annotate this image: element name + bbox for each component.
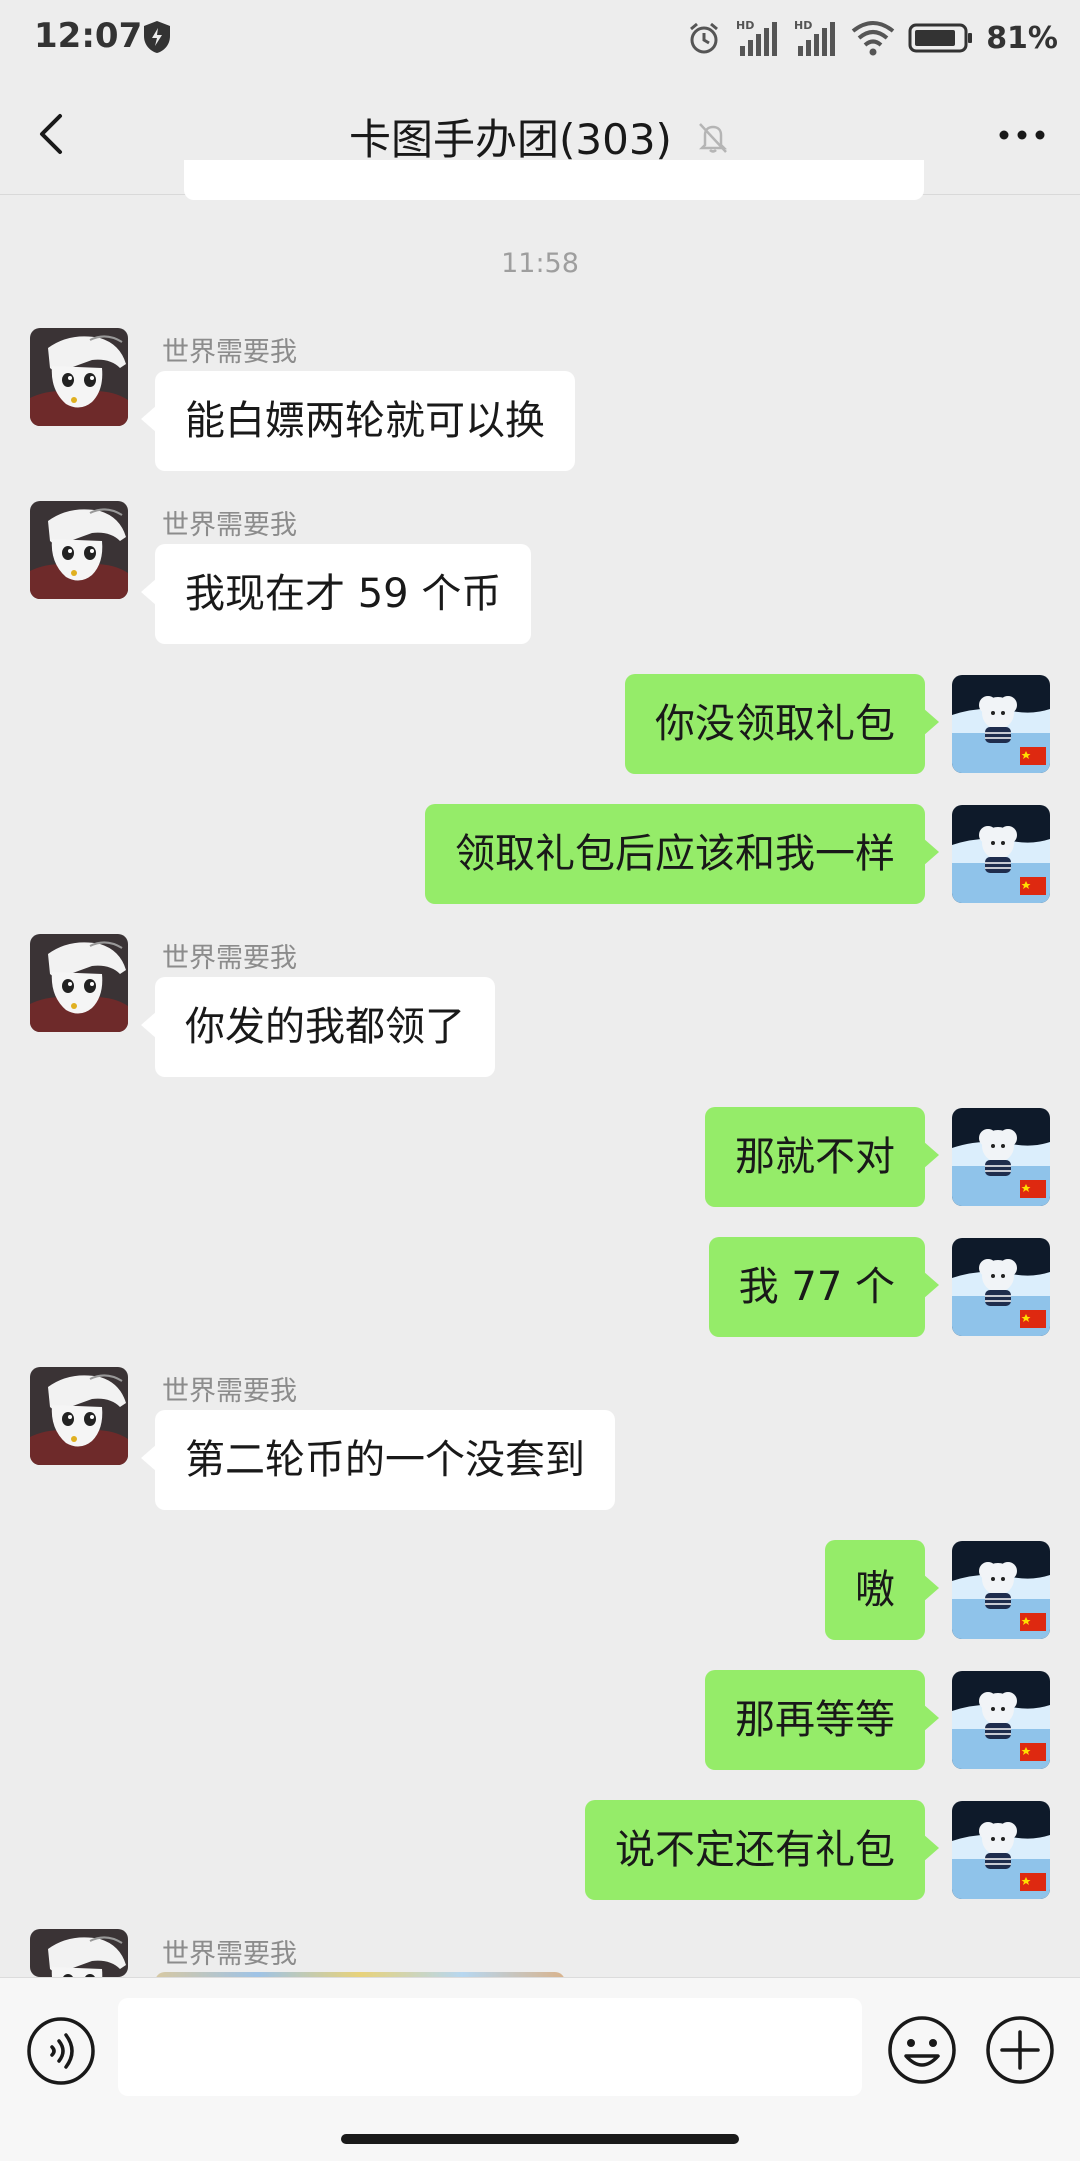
sender-avatar[interactable]	[30, 501, 128, 599]
my-avatar[interactable]	[952, 675, 1050, 773]
my-avatar[interactable]	[952, 1238, 1050, 1336]
message-bubble[interactable]: 说不定还有礼包	[585, 1800, 939, 1900]
title-wrap: 卡图手办团(303)	[0, 106, 1080, 167]
my-avatar[interactable]	[952, 1671, 1050, 1769]
status-bar: 12:07 HD HD 81%	[0, 0, 1080, 76]
sender-avatar[interactable]	[30, 1929, 128, 1977]
sender-avatar[interactable]	[30, 934, 128, 1032]
alarm-icon	[690, 22, 719, 54]
battery-percent: 81%	[986, 20, 1058, 56]
message-bubble[interactable]: 那就不对	[705, 1107, 939, 1207]
sender-name: 世界需要我	[162, 1376, 297, 1407]
message-bubble[interactable]: 我 77 个	[708, 1237, 940, 1337]
hd-signal-icon: HD	[736, 19, 778, 56]
sender-name: 世界需要我	[162, 1939, 297, 1970]
svg-text:HD: HD	[794, 19, 812, 32]
sender-name: 世界需要我	[162, 337, 297, 368]
shield-icon	[144, 21, 170, 53]
status-time: 12:07	[34, 16, 143, 56]
svg-text:HD: HD	[736, 19, 754, 32]
message-bubble[interactable]: 那再等等	[705, 1670, 939, 1770]
chat-timestamp: 11:58	[501, 248, 579, 279]
wifi-icon	[851, 21, 895, 56]
voice-icon[interactable]	[26, 2016, 96, 2086]
message-bubble[interactable]: 我现在才 59 个币	[140, 544, 532, 644]
message-bubble[interactable]: 你没领取礼包	[625, 674, 939, 774]
chat-title: 卡图手办团(303)	[348, 115, 672, 164]
my-avatar[interactable]	[952, 805, 1050, 903]
my-avatar[interactable]	[952, 1541, 1050, 1639]
message-bubble[interactable]: 第二轮币的一个没套到	[141, 1410, 615, 1510]
home-indicator[interactable]	[341, 2134, 739, 2144]
plus-icon[interactable]	[984, 2014, 1056, 2086]
message-bubble[interactable]: 能白嫖两轮就可以换	[141, 371, 575, 471]
mute-bell-icon	[698, 122, 728, 153]
message-input[interactable]	[118, 1998, 862, 2096]
hd-signal-icon: HD	[794, 19, 836, 56]
status-icons: HD HD 81%	[686, 14, 1058, 62]
message-bubble[interactable]: 领取礼包后应该和我一样	[425, 804, 939, 904]
emoji-icon[interactable]	[886, 2014, 958, 2086]
my-avatar[interactable]	[952, 1801, 1050, 1899]
sender-avatar[interactable]	[30, 1367, 128, 1465]
battery-icon	[908, 23, 973, 53]
my-avatar[interactable]	[952, 1108, 1050, 1206]
more-dots-icon[interactable]	[992, 110, 1052, 160]
previous-message-edge	[184, 160, 924, 200]
sender-avatar[interactable]	[30, 328, 128, 426]
sender-name: 世界需要我	[162, 943, 297, 974]
message-bubble[interactable]: 嗷	[825, 1540, 939, 1640]
message-bubble[interactable]: 你发的我都领了	[141, 977, 495, 1077]
sender-name: 世界需要我	[162, 510, 297, 541]
